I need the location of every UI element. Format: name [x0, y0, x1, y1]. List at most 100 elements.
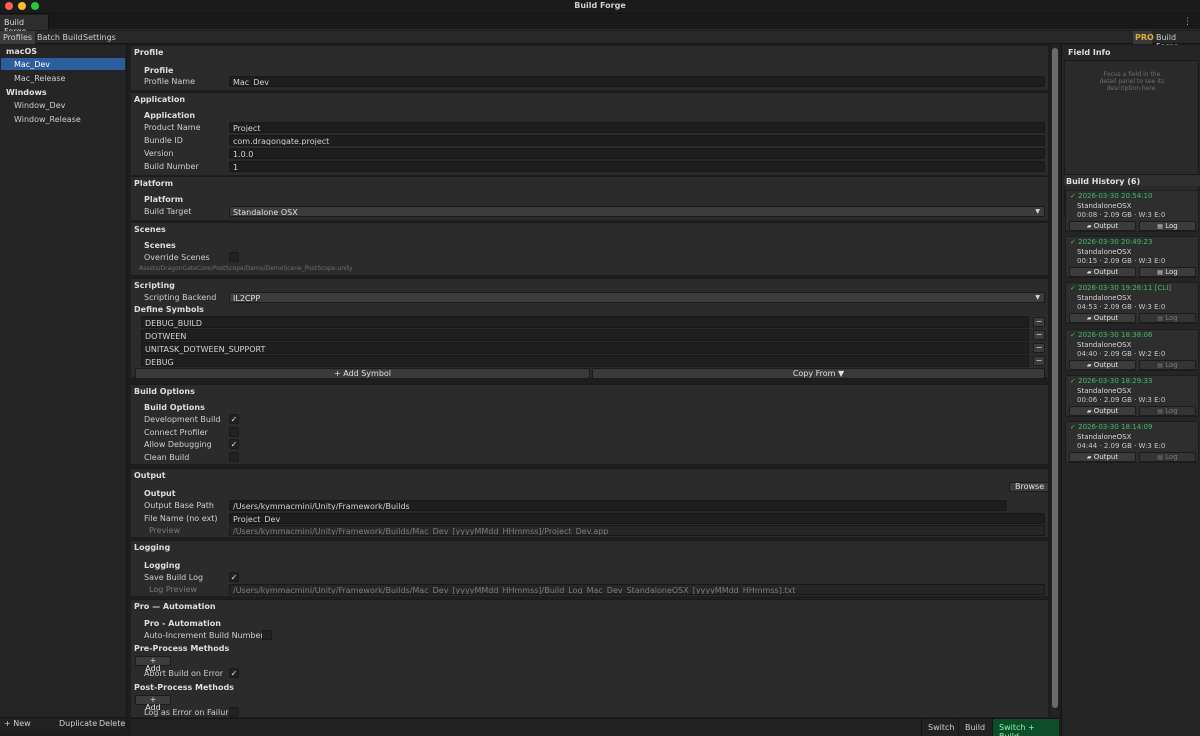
override-scenes-checkbox[interactable]: [229, 252, 239, 262]
open-log-button[interactable]: ▤ Log: [1139, 313, 1196, 323]
section-header: Logging: [134, 543, 171, 552]
open-output-label: Output: [1093, 361, 1119, 369]
section-output: Output Browse Output Output Base Path /U…: [131, 468, 1048, 537]
build-stats: 00:15 · 2.09 GB · W:3 E:0: [1077, 257, 1166, 265]
build-history-card: ✓ 2026-03-30 19:26:11 [CLI] StandaloneOSX…: [1065, 282, 1199, 324]
profile-name-field[interactable]: Mac_Dev: [229, 76, 1045, 87]
remove-symbol-button[interactable]: −: [1033, 330, 1045, 340]
build-target: StandaloneOSX: [1077, 341, 1132, 349]
scripting-backend-dropdown[interactable]: IL2CPP ▼: [229, 292, 1045, 303]
build-timestamp: ✓ 2026-03-30 20:49:23: [1070, 238, 1152, 246]
open-output-button[interactable]: ▰ Output: [1069, 267, 1136, 277]
open-log-button[interactable]: ▤ Log: [1139, 267, 1196, 277]
log-preview-field: /Users/kymmacmini/Unity/Framework/Builds…: [229, 584, 1045, 595]
document-icon: ▤: [1157, 315, 1163, 322]
window-tab[interactable]: Build Forge: [0, 15, 49, 36]
add-symbol-button[interactable]: + Add Symbol: [135, 368, 590, 379]
build-target-dropdown[interactable]: Standalone OSX ▼: [229, 206, 1045, 217]
open-log-button[interactable]: ▤ Log: [1139, 221, 1196, 231]
product-name-field[interactable]: Project: [229, 122, 1045, 133]
right-panel: Field Info Focus a field in the detail p…: [1061, 45, 1200, 736]
title-bar: Build Forge: [0, 0, 1200, 14]
override-scenes-label: Override Scenes: [144, 253, 210, 262]
subsection-header: Logging: [144, 561, 181, 570]
bundle-id-field[interactable]: com.dragongate.project: [229, 135, 1045, 146]
abort-on-error-label: Abort Build on Error: [144, 669, 224, 678]
copy-from-button[interactable]: Copy From ▼: [592, 368, 1045, 379]
chevron-down-icon: ▼: [1035, 208, 1040, 215]
open-output-button[interactable]: ▰ Output: [1069, 452, 1136, 462]
section-header: Application: [134, 95, 186, 104]
folder-icon: ▰: [1086, 362, 1092, 369]
section-platform: Platform Platform Build Target Standalon…: [131, 176, 1048, 220]
add-pre-process-button[interactable]: + Add: [135, 656, 171, 673]
symbol-row[interactable]: DOTWEEN: [141, 329, 1029, 341]
clean-build-label: Clean Build: [144, 453, 190, 462]
connect-profiler-checkbox[interactable]: [229, 427, 239, 437]
switch-build-button[interactable]: Switch + Build: [992, 719, 1059, 736]
development-build-label: Development Build: [144, 415, 221, 424]
output-base-path-field[interactable]: /Users/kymmacmini/Unity/Framework/Builds: [229, 500, 1007, 511]
browse-button[interactable]: Browse: [1009, 482, 1048, 492]
auto-increment-checkbox[interactable]: [262, 630, 272, 640]
more-options-icon[interactable]: ⋮: [1183, 17, 1192, 27]
output-base-path-label: Output Base Path: [144, 501, 214, 510]
subsection-header: Scenes: [144, 241, 176, 250]
sidebar-item-window-dev[interactable]: Window_Dev: [1, 99, 125, 111]
tab-profiles[interactable]: Profiles: [0, 31, 36, 44]
section-scripting: Scripting Scripting Backend IL2CPP ▼ Def…: [131, 278, 1048, 379]
open-log-button[interactable]: ▤ Log: [1139, 360, 1196, 370]
add-post-process-button[interactable]: + Add: [135, 695, 171, 712]
scrollbar-thumb[interactable]: [1052, 48, 1058, 708]
open-output-button[interactable]: ▰ Output: [1069, 406, 1136, 416]
output-preview-field: /Users/kymmacmini/Unity/Framework/Builds…: [229, 525, 1045, 536]
symbol-row[interactable]: DEBUG_BUILD: [141, 316, 1029, 328]
development-build-checkbox[interactable]: ✓: [229, 414, 239, 424]
remove-symbol-button[interactable]: −: [1033, 356, 1045, 366]
section-header: Profile: [134, 48, 164, 57]
tab-batch-build[interactable]: Batch Build: [34, 31, 86, 44]
subsection-header: Application: [144, 111, 196, 120]
scripting-backend-value: IL2CPP: [233, 294, 261, 303]
duplicate-profile-button[interactable]: Duplicate: [59, 719, 97, 728]
build-timestamp-text: 2026-03-30 18:38:06: [1078, 331, 1153, 339]
sidebar-item-mac-release[interactable]: Mac_Release: [1, 72, 125, 84]
build-target: StandaloneOSX: [1077, 433, 1132, 441]
delete-profile-button[interactable]: Delete: [99, 719, 125, 728]
remove-symbol-button[interactable]: −: [1033, 317, 1045, 327]
file-name-field[interactable]: Project_Dev: [229, 513, 1045, 524]
section-build-options: Build Options Build Options Development …: [131, 384, 1048, 464]
switch-button[interactable]: Switch: [921, 719, 960, 736]
document-icon: ▤: [1157, 223, 1163, 230]
abort-on-error-checkbox[interactable]: ✓: [229, 668, 239, 678]
symbol-row[interactable]: UNITASK_DOTWEEN_SUPPORT: [141, 342, 1029, 354]
sidebar-item-mac-dev[interactable]: Mac_Dev: [1, 58, 125, 70]
save-build-log-checkbox[interactable]: ✓: [229, 572, 239, 582]
post-process-header: Post-Process Methods: [134, 683, 234, 692]
build-button[interactable]: Build: [958, 719, 991, 736]
new-profile-button[interactable]: + New: [4, 719, 31, 728]
open-log-button[interactable]: ▤ Log: [1139, 406, 1196, 416]
log-error-on-failure-checkbox[interactable]: [229, 707, 239, 717]
open-output-button[interactable]: ▰ Output: [1069, 313, 1136, 323]
product-label: Build Forge: [1156, 33, 1178, 51]
clean-build-checkbox[interactable]: [229, 452, 239, 462]
build-target: StandaloneOSX: [1077, 248, 1132, 256]
build-history-card: ✓ 2026-03-30 18:29:33 StandaloneOSX 00:06 …: [1065, 375, 1199, 417]
open-log-button[interactable]: ▤ Log: [1139, 452, 1196, 462]
subsection-header: Build Options: [144, 403, 205, 412]
window-tab-row: Build Forge ⋮: [0, 15, 1200, 36]
subsection-header: Pro - Automation: [144, 619, 221, 628]
log-preview-label: Log Preview: [149, 585, 197, 594]
open-output-button[interactable]: ▰ Output: [1069, 360, 1136, 370]
tab-settings[interactable]: Settings: [80, 31, 119, 44]
build-number-field[interactable]: 1: [229, 161, 1045, 172]
remove-symbol-button[interactable]: −: [1033, 343, 1045, 353]
version-field[interactable]: 1.0.0: [229, 148, 1045, 159]
sidebar-item-window-release[interactable]: Window_Release: [1, 113, 125, 125]
folder-icon: ▰: [1086, 408, 1092, 415]
allow-debugging-checkbox[interactable]: ✓: [229, 439, 239, 449]
section-header: Scripting: [134, 281, 175, 290]
symbol-row[interactable]: DEBUG: [141, 355, 1029, 367]
open-output-button[interactable]: ▰ Output: [1069, 221, 1136, 231]
